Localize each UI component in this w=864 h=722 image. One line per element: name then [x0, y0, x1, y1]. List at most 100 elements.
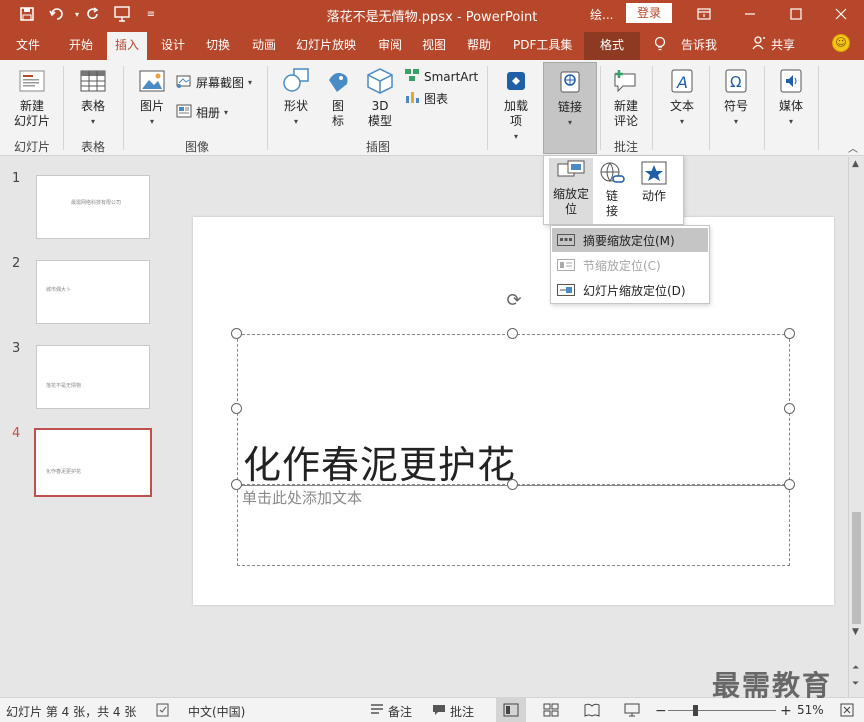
tab-pdf-tools[interactable]: PDF工具集 [505, 32, 580, 60]
comments-label: 批注 [450, 705, 475, 719]
slide-zoom-label: 幻灯片缩放定位(D) [583, 283, 686, 298]
symbols-button[interactable]: Ω 符号 ▾ [714, 66, 758, 129]
tab-slideshow[interactable]: 幻灯片放映 [288, 32, 364, 60]
screenshot-button[interactable]: 屏幕截图 ▾ [176, 74, 252, 91]
tab-review[interactable]: 审阅 [370, 32, 410, 60]
slide-zoom-menu-item[interactable]: 幻灯片缩放定位(D) [552, 278, 708, 302]
tab-help[interactable]: 帮助 [459, 32, 499, 60]
summary-zoom-menu-item[interactable]: 摘要缩放定位(M) [552, 228, 708, 252]
icons-button[interactable]: 图 标 [322, 66, 354, 129]
action-button[interactable]: 动作 [634, 160, 674, 204]
section-zoom-menu-item[interactable]: 节缩放定位(C) [552, 253, 708, 277]
symbols-label: 符号 [723, 99, 748, 113]
slide-sorter-icon[interactable] [543, 703, 559, 717]
language-indicator[interactable]: 中文(中国) [188, 703, 245, 720]
resize-handle[interactable] [784, 479, 795, 490]
reading-view-icon[interactable] [584, 703, 600, 717]
zoom-slider[interactable] [668, 710, 776, 711]
star-icon [639, 160, 669, 186]
close-icon[interactable] [818, 0, 864, 28]
chevron-down-icon: ▾ [248, 78, 253, 87]
tab-format[interactable]: 格式 [584, 32, 640, 60]
resize-handle[interactable] [231, 479, 242, 490]
screenshot-icon [176, 74, 192, 91]
lightbulb-icon[interactable] [654, 36, 666, 56]
text-button[interactable]: A 文本 ▾ [660, 66, 704, 129]
customize-qat-icon[interactable]: ≡ [140, 4, 162, 24]
tab-home[interactable]: 开始 [61, 32, 101, 60]
addins-button[interactable]: 加载 项 ▾ [498, 66, 534, 144]
collapse-ribbon-icon[interactable]: ︿ [848, 140, 858, 155]
resize-handle[interactable] [231, 328, 242, 339]
zoom-percent[interactable]: 51% [797, 703, 824, 717]
slide-thumbnail[interactable]: 城市偶大卜 [36, 260, 150, 324]
chevron-down-icon: ▾ [293, 117, 298, 126]
notes-button[interactable]: 备注 [370, 703, 412, 720]
scroll-down-icon[interactable]: ▼ [852, 627, 859, 637]
share-button[interactable]: 共享 [763, 32, 803, 60]
minimize-icon[interactable] [727, 0, 773, 28]
pictures-button[interactable]: 图片 ▾ [132, 66, 172, 129]
start-from-beginning-icon[interactable] [112, 4, 134, 24]
3d-models-button[interactable]: 3D 模型 [362, 66, 398, 129]
zoom-out-icon[interactable]: − [655, 703, 667, 719]
resize-handle[interactable] [231, 403, 242, 414]
group-label-illustrations: 插图 [365, 140, 390, 154]
resize-handle[interactable] [784, 403, 795, 414]
next-slide-icon[interactable]: ⏷ [852, 679, 859, 689]
rotate-handle-icon[interactable]: ⟳ [504, 291, 524, 311]
body-placeholder-text[interactable]: 单击此处添加文本 [242, 487, 362, 508]
tab-view[interactable]: 视图 [414, 32, 454, 60]
section-zoom-label: 节缩放定位(C) [583, 258, 661, 273]
tell-me-search[interactable]: 告诉我 [673, 32, 725, 60]
normal-view-icon[interactable] [496, 698, 526, 722]
undo-icon[interactable] [46, 4, 68, 24]
scroll-thumb[interactable] [852, 512, 861, 624]
slide-thumbnail[interactable]: 最需网络科技有限公司 [36, 175, 150, 239]
table-button[interactable]: 表格 ▾ [70, 66, 116, 129]
smiley-feedback-icon[interactable]: ☺ [832, 34, 850, 52]
maximize-icon[interactable] [773, 0, 819, 28]
title-bar: ▾ ≡ 落花不是无情物.ppsx - PowerPoint 绘... 登录 [0, 0, 864, 28]
media-button[interactable]: 媒体 ▾ [769, 66, 813, 129]
ribbon-display-options-icon[interactable] [681, 0, 727, 28]
slide-title[interactable]: 化作春泥更护花 [243, 434, 516, 489]
zoom-slider-thumb[interactable] [693, 705, 699, 716]
link-sub-button[interactable]: 链 接 [597, 160, 627, 219]
fit-to-window-icon[interactable] [840, 703, 854, 717]
resize-handle[interactable] [507, 328, 518, 339]
previous-slide-icon[interactable]: ⏶ [852, 663, 859, 673]
tab-file[interactable]: 文件 [8, 32, 48, 60]
login-button[interactable]: 登录 [626, 3, 672, 23]
chart-button[interactable]: 图表 [404, 90, 448, 107]
comments-button[interactable]: 批注 [432, 703, 474, 720]
new-comment-button[interactable]: 新建 评论 [606, 66, 646, 129]
spellcheck-icon[interactable] [156, 703, 170, 717]
zoom-button[interactable]: 缩放定 位 [549, 158, 593, 224]
vertical-scrollbar[interactable]: ▲ ▼ ⏶ ⏷ [848, 157, 864, 697]
scroll-up-icon[interactable]: ▲ [852, 159, 859, 169]
tab-insert[interactable]: 插入 [107, 32, 148, 60]
new-comment-icon [611, 66, 641, 96]
photo-album-button[interactable]: 相册 ▾ [176, 104, 228, 121]
resize-handle[interactable] [784, 328, 795, 339]
link-button[interactable]: 链接 ▾ [543, 62, 597, 154]
slide-thumbnail-selected[interactable]: 化作春泥更护花 [34, 428, 152, 497]
smartart-label: SmartArt [424, 69, 479, 84]
slide-number: 2 [12, 256, 21, 271]
slide-count: 幻灯片 第 4 张，共 4 张 [6, 705, 137, 719]
tab-design[interactable]: 设计 [153, 32, 193, 60]
smartart-button[interactable]: SmartArt [404, 68, 478, 85]
shapes-button[interactable]: 形状 ▾ [278, 66, 314, 129]
new-slide-button[interactable]: 新建 幻灯片 [6, 66, 58, 129]
resize-handle[interactable] [507, 479, 518, 490]
tab-transitions[interactable]: 切换 [198, 32, 238, 60]
notes-icon [370, 704, 384, 719]
save-icon[interactable] [16, 4, 38, 24]
slide-thumbnail[interactable]: 落花不是无情物 [36, 345, 150, 409]
slideshow-view-icon[interactable] [624, 703, 640, 717]
group-label-images: 图像 [184, 140, 209, 154]
redo-icon[interactable] [82, 4, 104, 24]
zoom-in-icon[interactable]: + [780, 703, 792, 719]
tab-animations[interactable]: 动画 [244, 32, 284, 60]
